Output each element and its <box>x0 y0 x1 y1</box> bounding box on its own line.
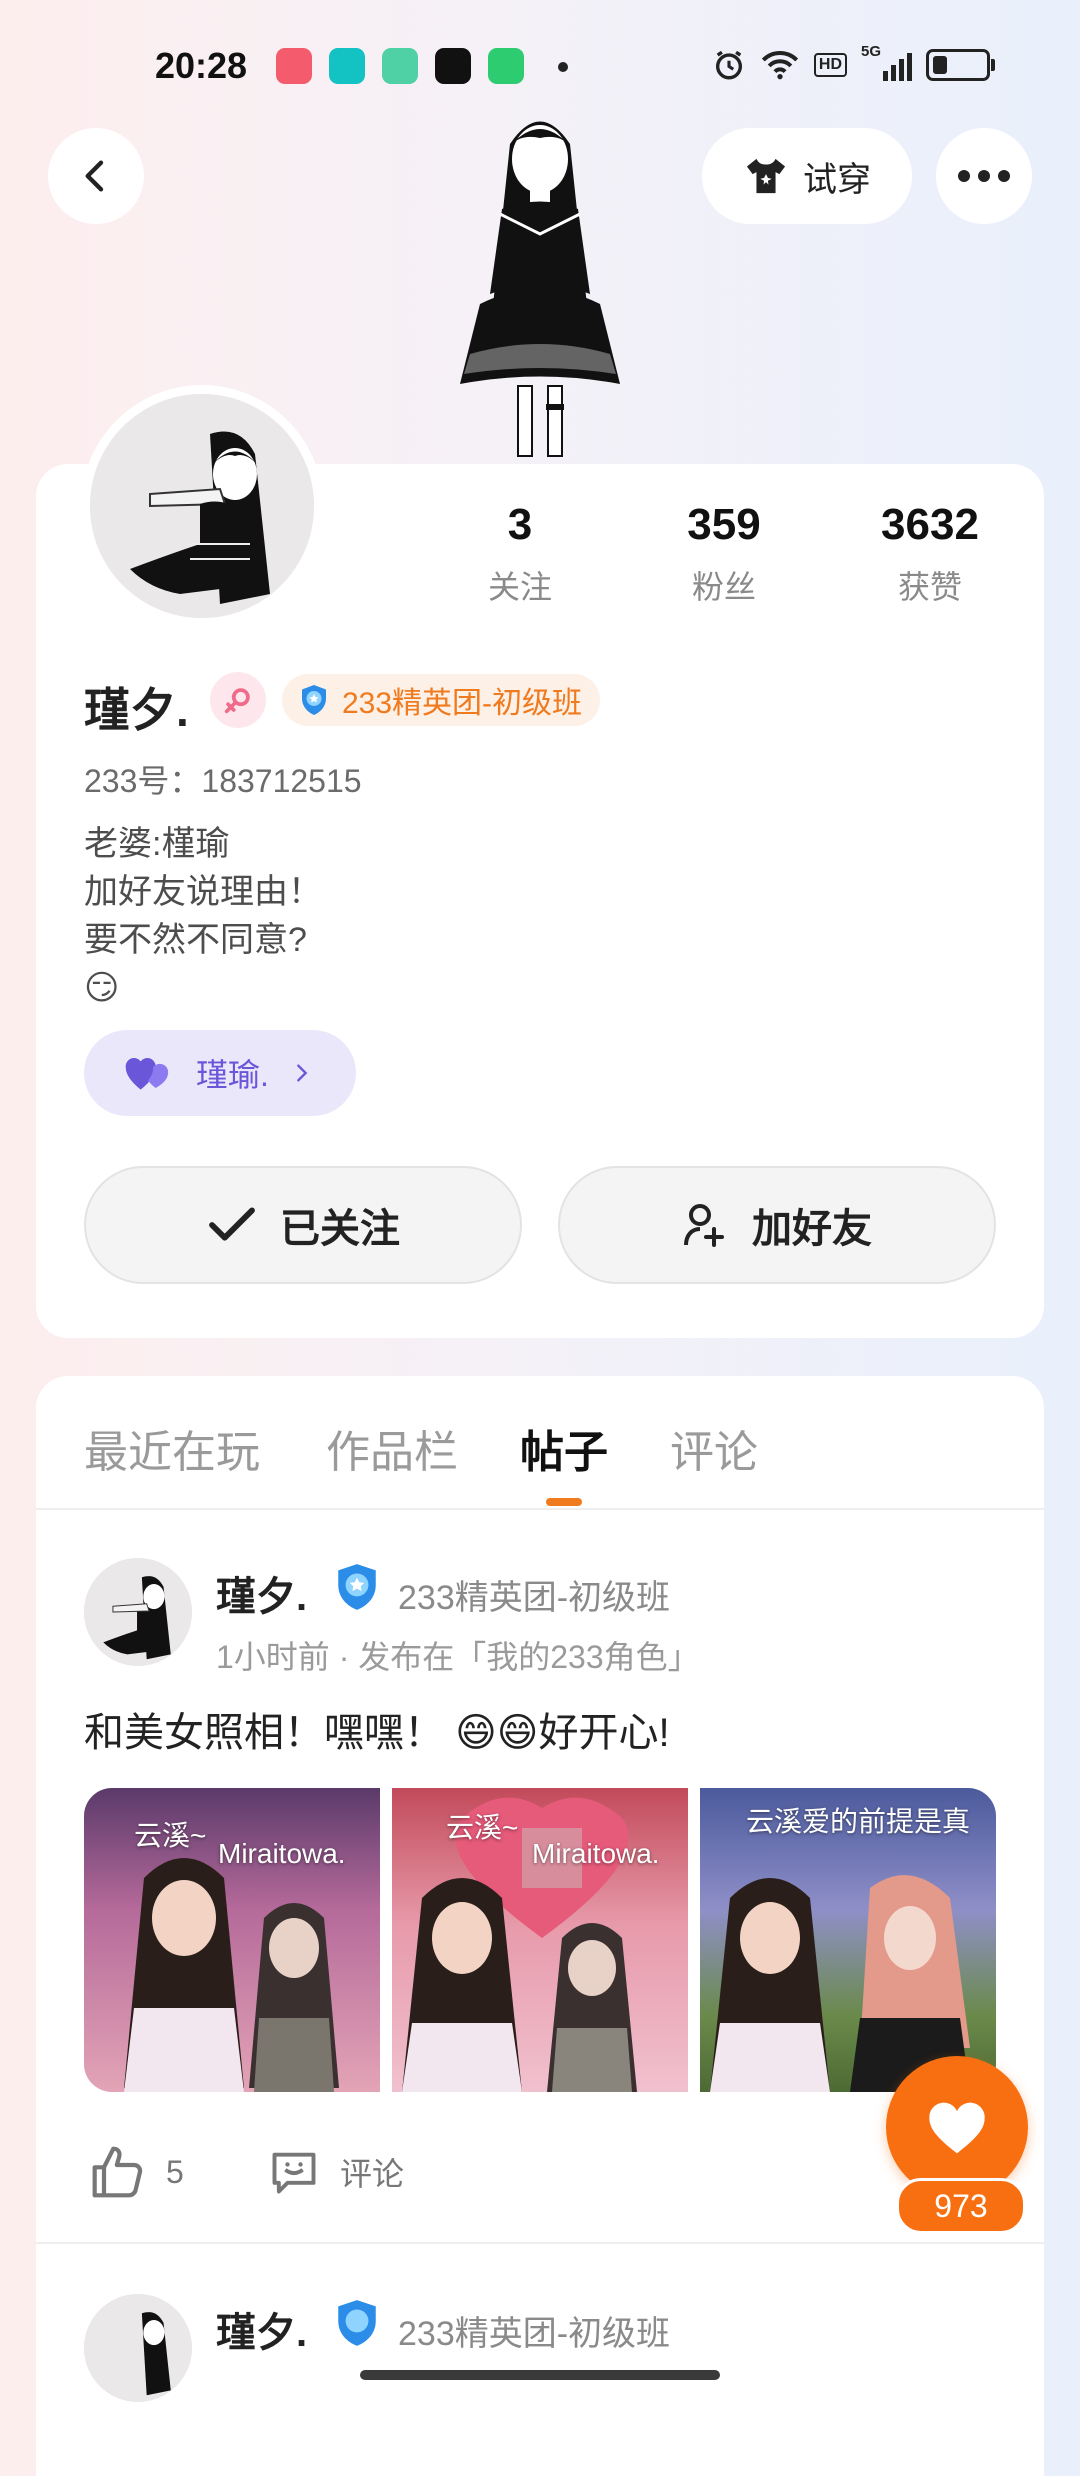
post-photo[interactable]: 云溪~ Miraitowa. <box>392 1788 688 2092</box>
photo-scene <box>402 1797 637 2092</box>
tiktok-icon <box>435 48 471 84</box>
photo-tag: Miraitowa. <box>532 1838 660 1869</box>
notification-dot <box>558 62 568 72</box>
stat-following[interactable]: 3 关注 <box>440 500 600 608</box>
cp-relation-chip[interactable]: 瑾瑜. <box>84 1030 356 1116</box>
follow-button-label: 已关注 <box>280 1207 400 1251</box>
post-photo[interactable]: 云溪~ Miraitowa. <box>84 1788 380 2092</box>
double-heart-icon <box>125 1058 169 1090</box>
iqiyi-icon <box>488 48 524 84</box>
post-divider <box>36 2242 1044 2244</box>
status-app-icons <box>276 48 524 84</box>
like-button[interactable]: 5 <box>90 2146 184 2198</box>
photo-scene <box>124 1858 339 2092</box>
cp-name: 瑾瑜. <box>196 1057 269 1093</box>
badge-shield-icon <box>338 2300 376 2346</box>
add-friend-button-label: 加好友 <box>752 1207 872 1251</box>
stat-followers-value: 359 <box>687 500 761 549</box>
more-button[interactable] <box>936 128 1032 224</box>
avatar-image <box>90 394 314 618</box>
post-author-badge: 233精英团-初级班 <box>398 1579 671 1617</box>
signal-icon: 5G <box>861 43 912 81</box>
comment-button[interactable]: 评论 <box>268 2146 404 2198</box>
comment-icon <box>272 2152 316 2194</box>
app-icon-teal-house <box>329 48 365 84</box>
bio-line: 老婆:槿瑜 <box>84 825 230 863</box>
comment-label: 评论 <box>340 2156 405 2192</box>
post-author-avatar[interactable] <box>84 2294 192 2402</box>
chevron-right-icon <box>297 1064 308 1082</box>
chevron-left-icon <box>85 160 104 192</box>
tab-recent-play[interactable]: 最近在玩 <box>84 1416 260 1480</box>
like-count: 5 <box>166 2153 184 2190</box>
add-friend-button[interactable]: 加好友 <box>558 1166 996 1284</box>
stat-followers[interactable]: 359 粉丝 <box>644 500 804 608</box>
elite-badge-label: 233精英团-初级班 <box>342 687 583 720</box>
try-on-label: 试穿 <box>803 160 871 199</box>
add-user-icon <box>684 1204 724 1247</box>
post-author-avatar[interactable] <box>84 1558 192 1666</box>
badge-shield-icon <box>302 685 326 715</box>
check-icon <box>209 1207 255 1241</box>
active-tab-indicator <box>546 1498 582 1506</box>
floating-like-button[interactable] <box>886 2056 1028 2198</box>
user-id: 233号：183712515 <box>84 763 362 799</box>
post-photo[interactable]: 云溪爱的前提是真 <box>700 1788 996 2092</box>
follow-button[interactable]: 已关注 <box>84 1166 522 1284</box>
post-text: 和美女照相！嘿嘿！ 😄😄好开心! <box>84 1711 670 1755</box>
stat-likes-label: 获赞 <box>897 569 962 605</box>
app-icon-green <box>382 48 418 84</box>
photo-tag: 云溪~ <box>134 1820 207 1851</box>
thumbs-up-icon <box>92 2146 143 2198</box>
post-author-name[interactable]: 瑾夕. <box>216 1564 307 1622</box>
stat-followers-label: 粉丝 <box>691 569 756 605</box>
stat-likes[interactable]: 3632 获赞 <box>850 500 1010 608</box>
tab-comments[interactable]: 评论 <box>670 1416 758 1480</box>
try-on-button[interactable]: 试穿 <box>702 128 912 224</box>
stat-following-label: 关注 <box>487 569 552 605</box>
profile-name: 瑾夕. <box>84 684 189 736</box>
battery-icon <box>926 49 995 81</box>
post-photos: 云溪~ Miraitowa. 云溪~ Miraitowa. 云溪爱的前提是真 <box>84 1788 996 2092</box>
heart-icon <box>929 2102 985 2154</box>
post-avatar-image <box>84 1558 192 1666</box>
tshirt-icon <box>746 158 786 194</box>
bio: 老婆:槿瑜 加好友说理由！ 要不然不同意? 😏 <box>84 820 322 1012</box>
tabs-divider <box>36 1508 1044 1510</box>
stat-likes-value: 3632 <box>881 500 979 549</box>
photo-tag: Miraitowa. <box>218 1838 346 1869</box>
post-meta: 1小时前 · 发布在「我的233角色」 <box>216 1639 700 1675</box>
status-right: HD 5G <box>712 43 995 82</box>
bio-line: 要不然不同意? <box>84 921 307 959</box>
back-button[interactable] <box>48 128 144 224</box>
photo-tag: 云溪~ <box>446 1812 519 1843</box>
app-icon-pink <box>276 48 312 84</box>
stat-following-value: 3 <box>507 500 533 549</box>
post-author-badge: 233精英团-初级班 <box>398 2315 671 2353</box>
hd-icon: HD <box>813 53 847 77</box>
alarm-icon <box>715 50 742 80</box>
tab-posts[interactable]: 帖子 <box>520 1416 608 1480</box>
avatar-3d-figure[interactable] <box>440 104 640 464</box>
bio-emoji: 😏 <box>84 969 120 1007</box>
post-author-name[interactable]: 瑾夕. <box>216 2300 307 2358</box>
post-avatar-image <box>84 2294 192 2402</box>
floating-like-count: 973 <box>896 2178 1026 2234</box>
bio-line: 加好友说理由！ <box>84 873 322 911</box>
badge-shield-icon <box>338 1564 376 1610</box>
status-time: 20:28 <box>155 45 248 86</box>
wifi-icon <box>761 51 798 80</box>
home-indicator[interactable] <box>360 2370 720 2380</box>
elite-badge[interactable]: 233精英团-初级班 <box>282 674 601 726</box>
avatar[interactable] <box>84 388 320 624</box>
network-type: 5G <box>861 43 882 60</box>
more-dots-icon <box>958 170 1010 182</box>
photo-tag: 云溪爱的前提是真 <box>746 1806 971 1837</box>
tab-works[interactable]: 作品栏 <box>326 1416 458 1480</box>
female-icon <box>210 672 266 728</box>
